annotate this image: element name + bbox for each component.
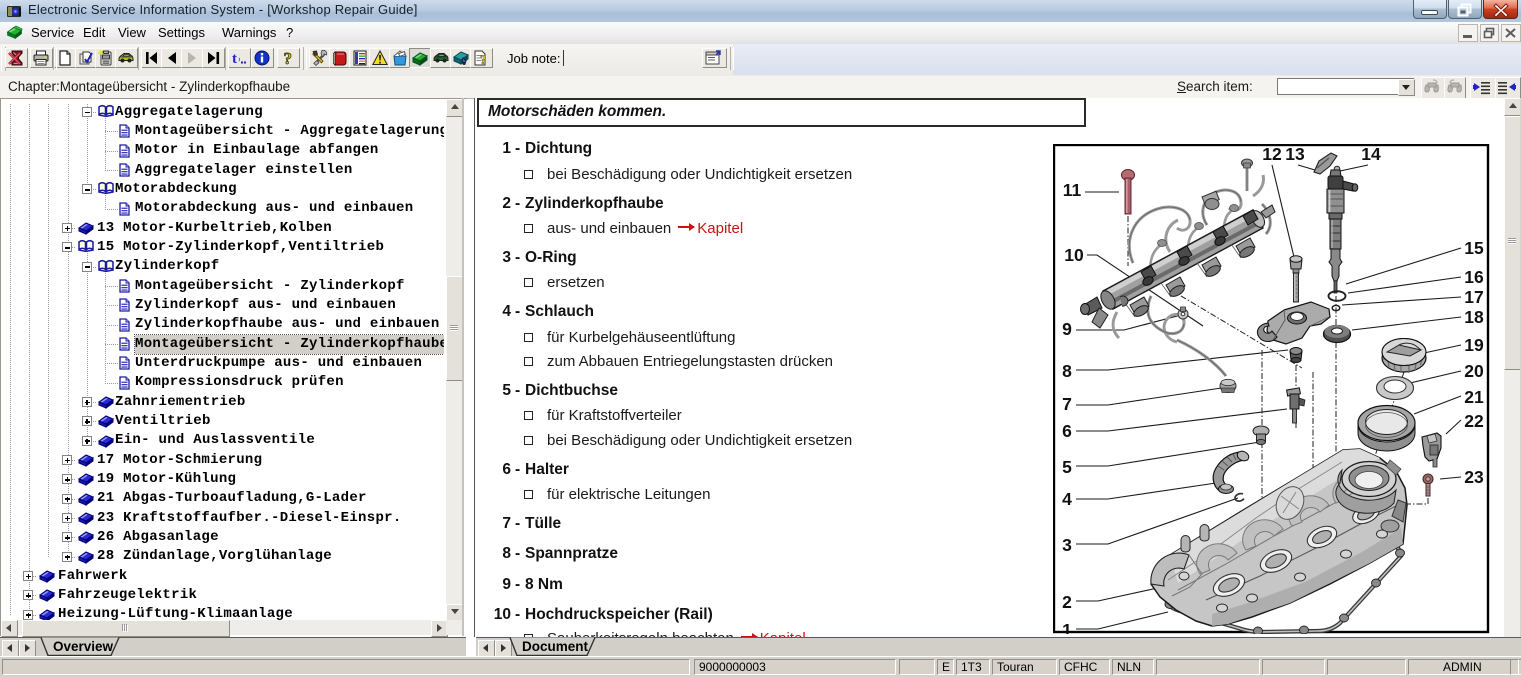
svg-text:10: 10	[1064, 245, 1084, 265]
svg-text:7: 7	[1062, 394, 1072, 414]
svg-text:23: 23	[1464, 467, 1484, 487]
svg-text:16: 16	[1464, 267, 1484, 287]
svg-text:8: 8	[1062, 361, 1072, 381]
svg-text:15: 15	[1464, 238, 1484, 258]
svg-text:18: 18	[1464, 307, 1484, 327]
svg-text:2: 2	[1062, 592, 1072, 612]
svg-text:6: 6	[1062, 421, 1072, 441]
svg-text:9: 9	[1062, 319, 1072, 339]
svg-text:14: 14	[1361, 144, 1381, 164]
svg-text:21: 21	[1464, 387, 1484, 407]
svg-text:22: 22	[1464, 411, 1484, 431]
svg-text:4: 4	[1062, 489, 1072, 509]
svg-text:13: 13	[1285, 144, 1305, 164]
svg-text:?: ?	[480, 52, 487, 66]
svg-text:11: 11	[1063, 180, 1082, 200]
svg-text:?: ?	[284, 50, 293, 66]
svg-text:12: 12	[1262, 144, 1282, 164]
svg-text:3: 3	[1062, 535, 1072, 555]
svg-text:19: 19	[1464, 335, 1484, 355]
svg-text:t: t	[232, 51, 237, 66]
svg-text:5: 5	[1062, 457, 1072, 477]
svg-text:17: 17	[1464, 287, 1483, 307]
svg-text:20: 20	[1464, 361, 1484, 381]
svg-text:1: 1	[1062, 620, 1072, 634]
